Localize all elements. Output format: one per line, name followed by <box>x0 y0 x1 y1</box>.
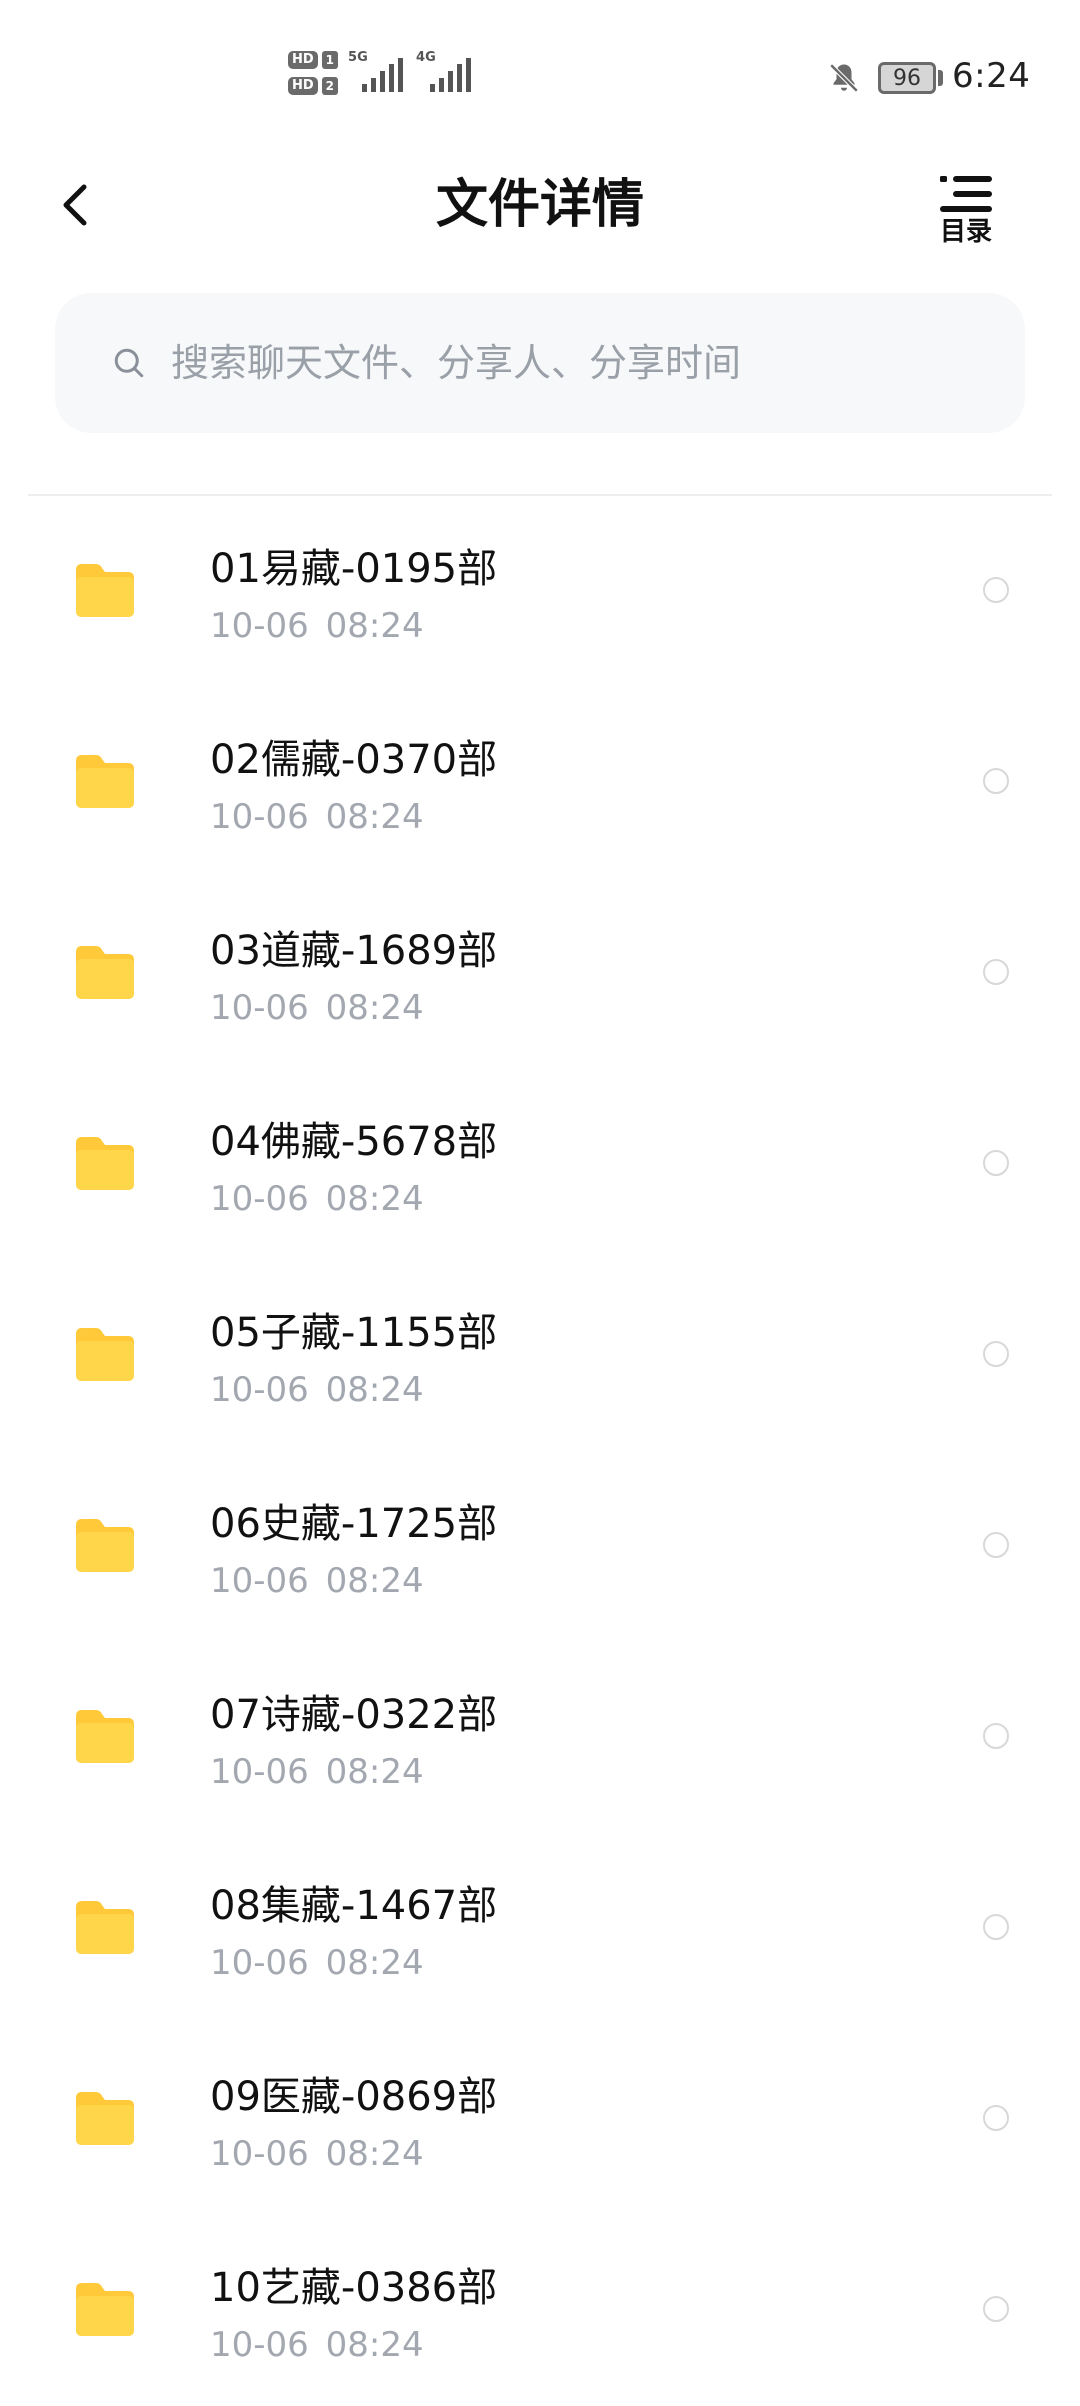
folder-icon <box>76 1328 134 1381</box>
select-radio[interactable] <box>983 1341 1009 1367</box>
hd-indicator-2: HD 2 <box>288 77 339 95</box>
hd-indicator-1: HD 1 <box>288 51 339 69</box>
signal-4g-icon: 4G <box>416 50 474 96</box>
search-box[interactable] <box>55 293 1025 433</box>
file-item-7[interactable]: 07诗藏-0322部 10-06 08:24 <box>0 1642 1080 1833</box>
select-radio[interactable] <box>983 2105 1009 2131</box>
status-time: 6:24 <box>952 56 1031 96</box>
bell-muted-icon <box>829 63 859 93</box>
file-time: 10-06 08:24 <box>210 1179 424 1219</box>
signal-4g-bars <box>430 58 472 92</box>
hd-num-1: 1 <box>321 51 339 69</box>
file-time: 10-06 08:24 <box>210 797 424 837</box>
file-name: 06史藏-1725部 <box>210 1501 498 1547</box>
select-radio[interactable] <box>983 1914 1009 1940</box>
select-radio[interactable] <box>983 1150 1009 1176</box>
file-item-6[interactable]: 06史藏-1725部 10-06 08:24 <box>0 1451 1080 1642</box>
header: 文件详情 目录 <box>0 150 1080 260</box>
file-list: 01易藏-0195部 10-06 08:24 02儒藏-0370部 10-06 … <box>0 496 1080 2406</box>
folder-icon <box>76 2283 134 2336</box>
toc-button[interactable]: 目录 <box>924 172 1008 252</box>
file-item-2[interactable]: 02儒藏-0370部 10-06 08:24 <box>0 687 1080 878</box>
file-time: 10-06 08:24 <box>210 1370 424 1410</box>
select-radio[interactable] <box>983 1723 1009 1749</box>
chevron-left-icon <box>63 184 87 226</box>
file-time: 10-06 08:24 <box>210 1943 424 1983</box>
battery-icon: 96 <box>878 62 936 94</box>
battery-level: 96 <box>893 65 921 91</box>
hd-badge-1: HD <box>288 51 318 69</box>
signal-5g-bars <box>362 58 404 92</box>
file-item-4[interactable]: 04佛藏-5678部 10-06 08:24 <box>0 1069 1080 1260</box>
file-time: 10-06 08:24 <box>210 1561 424 1601</box>
file-item-5[interactable]: 05子藏-1155部 10-06 08:24 <box>0 1260 1080 1451</box>
toc-label: 目录 <box>939 217 992 247</box>
file-item-8[interactable]: 08集藏-1467部 10-06 08:24 <box>0 1833 1080 2024</box>
file-time: 10-06 08:24 <box>210 606 424 646</box>
file-name: 04佛藏-5678部 <box>210 1119 498 1165</box>
file-item-1[interactable]: 01易藏-0195部 10-06 08:24 <box>0 496 1080 687</box>
folder-icon <box>76 1710 134 1763</box>
sim-indicators: HD 1 HD 2 5G 4G <box>288 50 474 96</box>
file-time: 10-06 08:24 <box>210 2134 424 2174</box>
hd-num-2: 2 <box>321 77 339 95</box>
file-item-9[interactable]: 09医藏-0869部 10-06 08:24 <box>0 2024 1080 2215</box>
folder-icon <box>76 1519 134 1572</box>
back-button[interactable] <box>40 170 110 240</box>
file-name: 02儒藏-0370部 <box>210 737 498 783</box>
battery-tip <box>938 70 943 86</box>
file-name: 01易藏-0195部 <box>210 546 498 592</box>
file-time: 10-06 08:24 <box>210 988 424 1028</box>
select-radio[interactable] <box>983 768 1009 794</box>
folder-icon <box>76 1901 134 1954</box>
file-name: 05子藏-1155部 <box>210 1310 498 1356</box>
file-name: 03道藏-1689部 <box>210 928 498 974</box>
select-radio[interactable] <box>983 959 1009 985</box>
folder-icon <box>76 2092 134 2145</box>
hd-indicators: HD 1 HD 2 <box>288 51 339 95</box>
file-time: 10-06 08:24 <box>210 1752 424 1792</box>
file-name: 07诗藏-0322部 <box>210 1692 498 1738</box>
folder-icon <box>76 564 134 617</box>
signal-5g-icon: 5G <box>348 50 406 96</box>
hd-badge-2: HD <box>288 77 318 95</box>
folder-icon <box>76 755 134 808</box>
select-radio[interactable] <box>983 1532 1009 1558</box>
select-radio[interactable] <box>983 2296 1009 2322</box>
list-icon <box>940 176 992 212</box>
file-time: 10-06 08:24 <box>210 2325 424 2365</box>
file-item-3[interactable]: 03道藏-1689部 10-06 08:24 <box>0 878 1080 1069</box>
search-icon <box>114 348 144 378</box>
folder-icon <box>76 1137 134 1190</box>
file-name: 09医藏-0869部 <box>210 2074 498 2120</box>
file-name: 08集藏-1467部 <box>210 1883 498 1929</box>
folder-icon <box>76 946 134 999</box>
search-input[interactable] <box>169 340 993 386</box>
page-title: 文件详情 <box>435 175 644 235</box>
select-radio[interactable] <box>983 577 1009 603</box>
file-name: 10艺藏-0386部 <box>210 2265 498 2311</box>
file-item-10[interactable]: 10艺藏-0386部 10-06 08:24 <box>0 2215 1080 2406</box>
status-bar: HD 1 HD 2 5G 4G 96 6:24 <box>0 0 1080 150</box>
